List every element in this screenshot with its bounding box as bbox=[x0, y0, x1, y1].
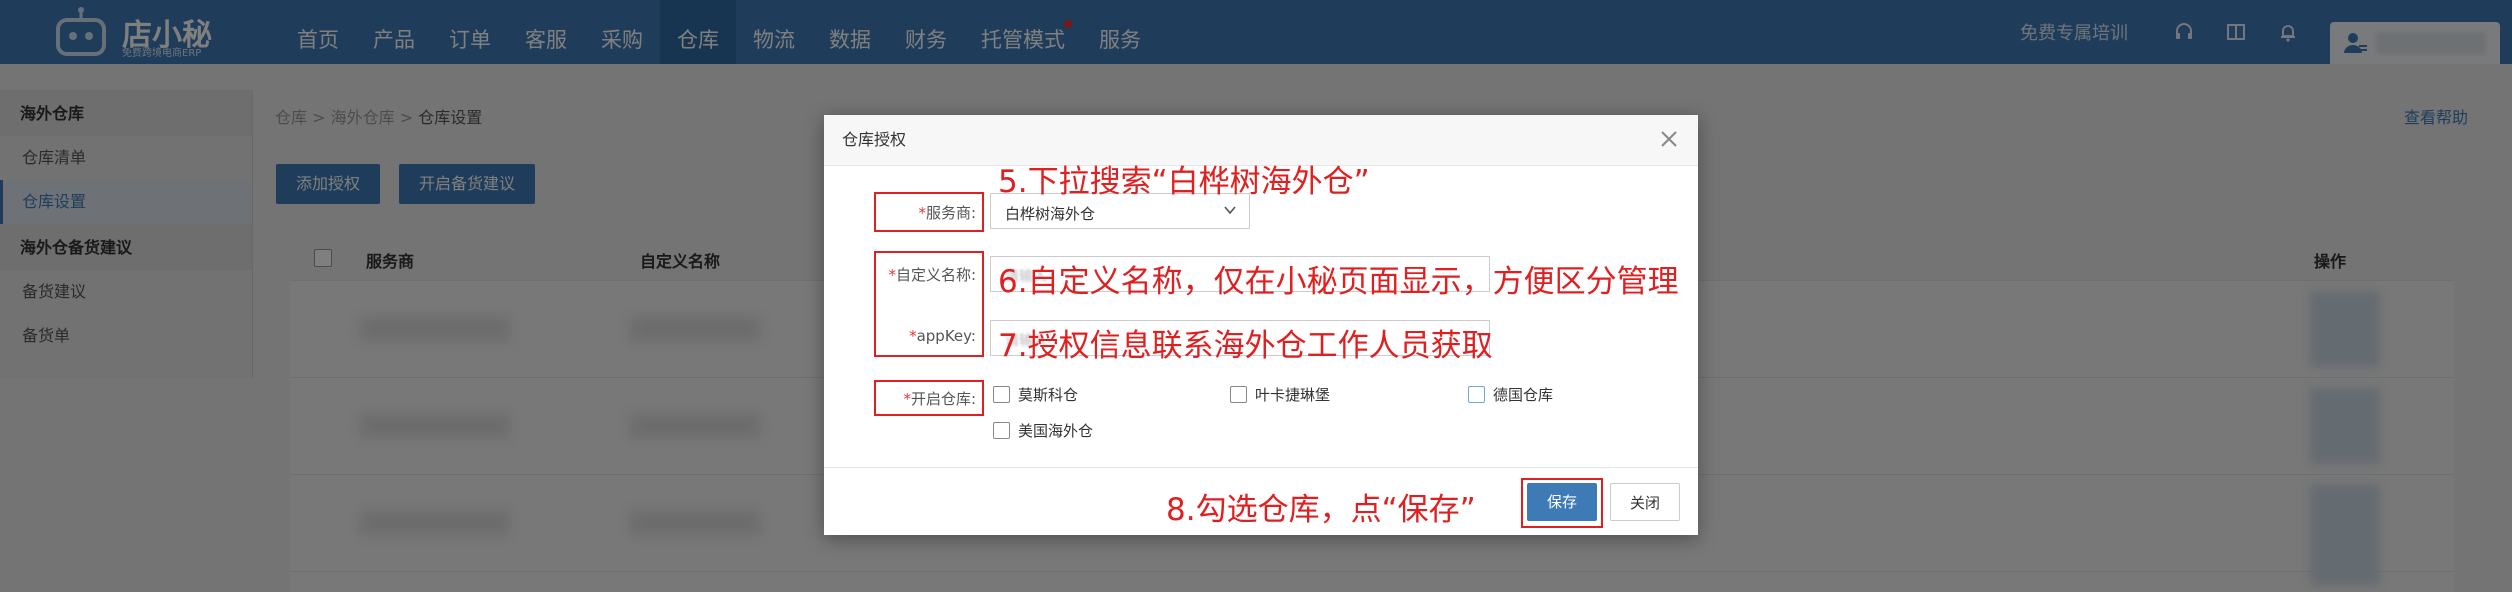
checkbox-label: 美国海外仓 bbox=[1018, 422, 1094, 440]
warehouse-checkbox-usa[interactable]: 美国海外仓 bbox=[993, 420, 1093, 441]
required-mark: * bbox=[918, 204, 926, 222]
appkey-label: *appKey: bbox=[876, 327, 976, 345]
warehouse-checkbox-moscow[interactable]: 莫斯科仓 bbox=[993, 384, 1078, 405]
close-button[interactable]: 关闭 bbox=[1610, 483, 1680, 521]
custom-name-label: *自定义名称: bbox=[876, 264, 976, 285]
checkbox-label: 叶卡捷琳堡 bbox=[1255, 386, 1331, 404]
close-icon[interactable] bbox=[1658, 128, 1680, 150]
annotation-step6: 6.自定义名称，仅在小秘页面显示，方便区分管理 bbox=[998, 264, 1679, 300]
checkbox[interactable] bbox=[993, 386, 1010, 403]
required-mark: * bbox=[888, 266, 896, 284]
checkbox[interactable] bbox=[1230, 386, 1247, 403]
provider-label-text: 服务商: bbox=[925, 204, 976, 222]
warehouse-label-text: 开启仓库: bbox=[910, 390, 976, 408]
checkbox[interactable] bbox=[993, 422, 1010, 439]
checkbox[interactable] bbox=[1468, 386, 1485, 403]
warehouse-label: *开启仓库: bbox=[876, 388, 976, 409]
warehouse-checkbox-germany[interactable]: 德国仓库 bbox=[1468, 384, 1553, 405]
required-mark: * bbox=[903, 390, 911, 408]
chevron-down-icon bbox=[1224, 206, 1236, 215]
annotation-step7: 7.授权信息联系海外仓工作人员获取 bbox=[998, 328, 1493, 364]
provider-selected-value: 白桦树海外仓 bbox=[1005, 205, 1096, 223]
save-button[interactable]: 保存 bbox=[1527, 483, 1597, 521]
checkbox-label: 莫斯科仓 bbox=[1018, 386, 1079, 404]
checkbox-label: 德国仓库 bbox=[1493, 386, 1554, 404]
custom-name-label-text: 自定义名称: bbox=[895, 266, 976, 284]
provider-label: *服务商: bbox=[876, 202, 976, 223]
appkey-label-text: appKey: bbox=[916, 327, 976, 345]
dialog-footer-divider bbox=[824, 467, 1698, 468]
annotation-step5: 5.下拉搜索“白桦树海外仓” bbox=[998, 164, 1370, 200]
annotation-step8: 8.勾选仓库，点“保存” bbox=[1166, 492, 1476, 528]
warehouse-checkbox-yekaterinburg[interactable]: 叶卡捷琳堡 bbox=[1230, 384, 1330, 405]
required-mark: * bbox=[909, 327, 917, 345]
